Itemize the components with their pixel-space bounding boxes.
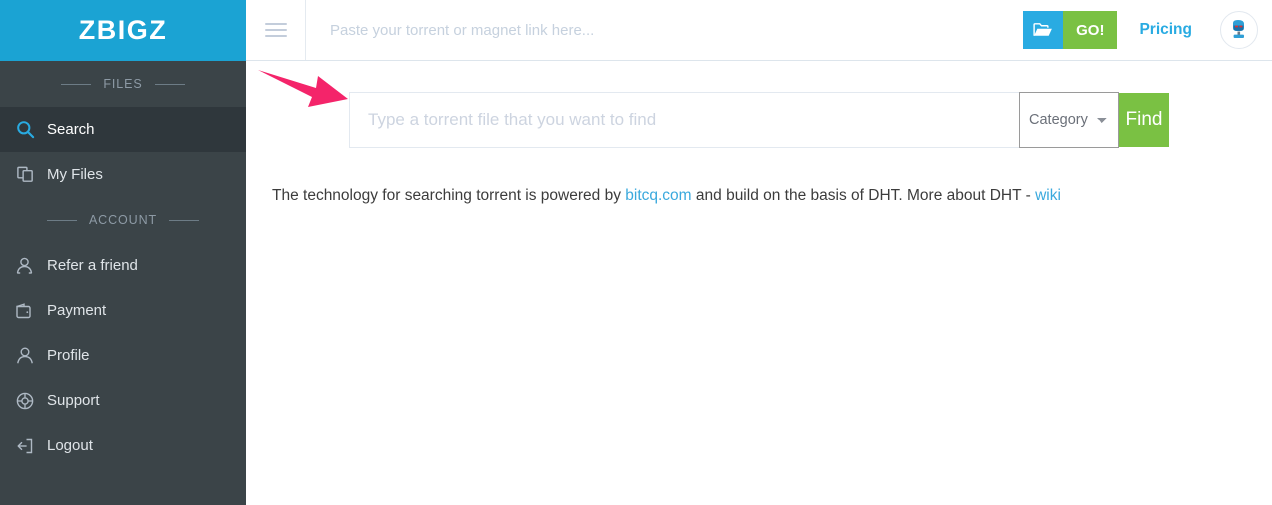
wallet-icon <box>14 300 36 322</box>
paste-link-input[interactable] <box>306 0 1024 60</box>
hamburger-bars <box>264 19 287 41</box>
sidebar-item-profile[interactable]: Profile <box>0 333 246 378</box>
sidebar-item-my-files[interactable]: My Files <box>0 152 246 197</box>
robot-avatar-icon <box>1233 20 1244 38</box>
torrent-search-bar: Category Find <box>349 92 1169 148</box>
info-text-part1: The technology for searching torrent is … <box>272 187 626 204</box>
sidebar-item-support[interactable]: Support <box>0 378 246 423</box>
search-input[interactable] <box>349 92 1019 148</box>
sidebar-item-label-logout: Logout <box>47 437 93 454</box>
sidebar-item-label-payment: Payment <box>47 302 107 319</box>
sidebar-item-label-my-files: My Files <box>47 166 103 183</box>
hamburger-bar <box>264 35 287 37</box>
section-rule-right <box>169 219 200 221</box>
folder-open-icon[interactable] <box>1023 11 1064 49</box>
sidebar-item-search[interactable]: Search <box>0 107 246 152</box>
sidebar-item-label-profile: Profile <box>47 347 90 364</box>
logo[interactable]: ZBIGZ <box>0 0 246 61</box>
sidebar-item-refer-a-friend[interactable]: Refer a friend <box>0 243 246 288</box>
category-select[interactable]: Category <box>1019 92 1119 148</box>
info-text: The technology for searching torrent is … <box>272 187 1061 205</box>
sidebar-item-label-refer-a-friend: Refer a friend <box>47 257 138 274</box>
search-icon <box>14 119 36 141</box>
sidebar-section-files: FILES <box>0 61 246 107</box>
sidebar-section-account: ACCOUNT <box>0 197 246 243</box>
go-button[interactable]: GO! <box>1063 11 1118 49</box>
bitcq-link[interactable]: bitcq.com <box>625 187 691 204</box>
sidebar-item-logout[interactable]: Logout <box>0 423 246 468</box>
section-rule-left <box>46 219 77 221</box>
logout-icon <box>14 435 36 457</box>
find-button[interactable]: Find <box>1119 93 1169 147</box>
page-root: ZBIGZ FILES Search My Files ACCOUNT Refe… <box>0 0 1272 505</box>
top-header: GO! Pricing <box>246 0 1272 61</box>
logo-text: ZBIGZ <box>78 15 168 45</box>
refer-friend-icon <box>14 255 36 277</box>
sidebar-section-label-account: ACCOUNT <box>88 213 158 227</box>
avatar[interactable] <box>1220 11 1258 49</box>
sidebar-item-payment[interactable]: Payment <box>0 288 246 333</box>
sidebar-item-label-search: Search <box>47 121 95 138</box>
hamburger-bar <box>264 29 287 31</box>
sidebar-item-label-support: Support <box>47 392 100 409</box>
section-rule-right <box>154 83 185 85</box>
pricing-link[interactable]: Pricing <box>1139 21 1192 39</box>
info-text-part2: and build on the basis of DHT. More abou… <box>691 187 1036 204</box>
hamburger-bar <box>264 23 287 25</box>
hamburger-icon[interactable] <box>246 0 306 60</box>
lifebuoy-icon <box>14 390 36 412</box>
section-rule-left <box>61 83 92 85</box>
go-button-group: GO! <box>1023 11 1118 49</box>
wiki-link[interactable]: wiki <box>1035 187 1061 204</box>
sidebar-section-label-files: FILES <box>103 77 143 91</box>
main-content: Category Find The technology for searchi… <box>246 61 1272 505</box>
user-icon <box>14 345 36 367</box>
files-icon <box>14 164 36 186</box>
sidebar: ZBIGZ FILES Search My Files ACCOUNT Refe… <box>0 0 246 505</box>
